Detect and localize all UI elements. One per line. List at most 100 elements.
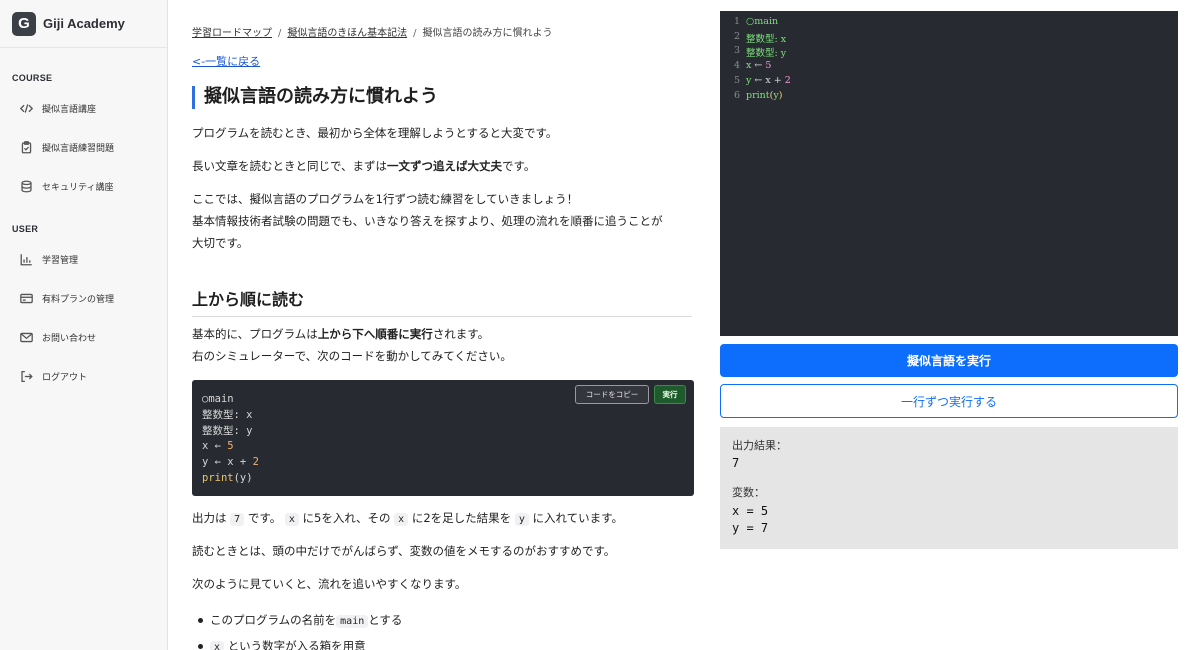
- editor-paren: ): [778, 90, 783, 101]
- code-text: y ← x +: [202, 456, 253, 469]
- step-execute-button[interactable]: 一行ずつ実行する: [720, 384, 1178, 418]
- text: このプログラムの名前を: [210, 613, 337, 627]
- logo-icon: G: [12, 11, 36, 36]
- sidebar-item-learning-management[interactable]: 学習管理: [0, 240, 167, 279]
- code-text: (y): [233, 471, 253, 484]
- output-result-value: 7: [732, 456, 740, 470]
- execute-pseudocode-button[interactable]: 擬似言語を実行: [720, 344, 1178, 377]
- breadcrumb-link-basics[interactable]: 擬似言語のきほん基本記法: [287, 28, 407, 39]
- breadcrumb-separator: /: [413, 28, 417, 39]
- sidebar: G Giji Academy COURSE 擬似言語講座 擬似言語練習問題 セキ…: [0, 0, 168, 650]
- section-heading: 上から順に読む: [192, 286, 692, 317]
- text: に5を入れ、その: [302, 511, 391, 525]
- chart-icon: [19, 253, 33, 267]
- text: とする: [368, 613, 403, 627]
- breadcrumb-link-roadmap[interactable]: 学習ロードマップ: [192, 28, 272, 39]
- editor-operator: ←: [751, 60, 766, 71]
- back-to-list-link[interactable]: <-一覧に戻る: [192, 53, 260, 69]
- sidebar-item-label: 擬似言語練習問題: [42, 144, 115, 154]
- variables-list: x = 5 y = 7: [732, 503, 1166, 537]
- text: されます。: [432, 327, 490, 341]
- text: 基本情報技術者試験の問題でも、いきなり答えを探すより、処理の流れを順番に追うこと…: [192, 214, 663, 228]
- page-title: 擬似言語の読み方に慣れよう: [192, 86, 438, 109]
- text: 出力は: [192, 511, 227, 525]
- code-text: x ←: [202, 440, 228, 453]
- editor-text: ○main: [746, 16, 779, 27]
- code-line: x ← 5: [202, 439, 259, 455]
- code-lines: ○main 整数型: x 整数型: y x ← 5 y ← x + 2 prin…: [202, 392, 259, 487]
- line-number: 5: [733, 75, 740, 86]
- code-block: ○main 整数型: x 整数型: y x ← 5 y ← x + 2 prin…: [192, 380, 694, 496]
- code-number: 5: [227, 440, 234, 453]
- variables-label: 変数：: [732, 486, 765, 499]
- sidebar-item-label: 有料プランの管理: [42, 295, 115, 305]
- explanation-paragraph: 出力は 7 です。 x に5を入れ、その x に2を足した結果を y に入れてい…: [192, 507, 623, 531]
- tip-paragraph: 読むときとは、頭の中だけでがんばらず、変数の値をメモするのがおすすめです。: [192, 544, 616, 558]
- list-item: x という数字が入る箱を用意: [192, 634, 402, 650]
- run-code-button[interactable]: 実行: [654, 385, 686, 404]
- brand[interactable]: G Giji Academy: [0, 0, 167, 48]
- inline-code: main: [336, 615, 369, 628]
- steps-list: このプログラムの名前を main とする x という数字が入る箱を用意: [192, 608, 402, 650]
- emphasis: 上から下へ順番に実行: [317, 327, 433, 341]
- sidebar-item-label: 学習管理: [42, 256, 79, 266]
- sidebar-item-pseudo-language-course[interactable]: 擬似言語講座: [0, 89, 167, 128]
- editor-number: 2: [784, 75, 791, 86]
- sidebar-item-contact[interactable]: お問い合わせ: [0, 318, 167, 357]
- credit-card-icon: [19, 292, 33, 306]
- text: に入れています。: [532, 511, 624, 525]
- sidebar-item-logout[interactable]: ログアウト: [0, 357, 167, 396]
- inline-code: x: [210, 641, 225, 650]
- variable-value: y = 7: [732, 521, 769, 535]
- sidebar-item-practice-problems[interactable]: 擬似言語練習問題: [0, 128, 167, 167]
- inline-code: x: [394, 513, 409, 526]
- editor-operator: ← x +: [751, 75, 785, 86]
- variable-value: x = 5: [732, 504, 769, 518]
- section-label-course: COURSE: [12, 73, 53, 83]
- logout-icon: [19, 370, 33, 384]
- emphasis: 一文ずつ追えば大丈夫: [387, 159, 503, 173]
- line-number: 3: [733, 45, 740, 56]
- inline-code: 7: [230, 513, 245, 526]
- sidebar-item-label: セキュリティ講座: [42, 183, 114, 193]
- text: 長い文章を読むときと同じで、まずは: [192, 159, 388, 173]
- editor-line: 5 y ← x + 2: [720, 75, 791, 90]
- editor-text: y ← x + 2: [746, 75, 791, 90]
- editor-line: 6 print(y): [720, 90, 782, 105]
- editor-text: x ← 5: [746, 60, 771, 75]
- line-number: 4: [733, 60, 740, 71]
- text: 基本的に、プログラムは: [192, 327, 318, 341]
- line-number: 2: [733, 30, 740, 42]
- follow-paragraph: 次のように見ていくと、流れを追いやすくなります。: [192, 577, 467, 591]
- sidebar-item-label: ログアウト: [42, 373, 88, 383]
- code-editor[interactable]: 1 ○main 2 整数型: x 3 整数型: y 4 x ← 5 5 y ← …: [720, 11, 1178, 336]
- breadcrumb-current: 擬似言語の読み方に慣れよう: [422, 28, 553, 39]
- section-label-user: USER: [12, 224, 39, 234]
- code-line: y ← x + 2: [202, 455, 259, 471]
- output-panel: 出力結果： 7 変数： x = 5 y = 7: [720, 427, 1178, 549]
- line-number: 1: [733, 16, 740, 27]
- copy-code-button[interactable]: コードをコピー: [575, 385, 649, 404]
- code-line: print(y): [202, 471, 259, 487]
- editor-line: 4 x ← 5: [720, 60, 771, 75]
- sidebar-item-paid-plan[interactable]: 有料プランの管理: [0, 279, 167, 318]
- code-number: 2: [252, 456, 259, 469]
- code-icon: [19, 102, 33, 116]
- code-line: 整数型: y: [202, 424, 253, 437]
- editor-text: 整数型: x: [746, 33, 787, 45]
- clipboard-icon: [19, 141, 33, 155]
- inline-code: y: [514, 513, 529, 526]
- breadcrumb: 学習ロードマップ / 擬似言語のきほん基本記法 / 擬似言語の読み方に慣れよう: [192, 24, 552, 39]
- intro-paragraph-3: ここでは、擬似言語のプログラムを1行ずつ読む練習をしていきましょう！ 基本情報技…: [192, 188, 662, 254]
- editor-line: 3 整数型: y: [720, 45, 786, 60]
- text: ここでは、擬似言語のプログラムを1行ずつ読む練習をしていきましょう！: [192, 192, 579, 206]
- database-icon: [19, 180, 33, 194]
- text: 大切です。: [192, 236, 249, 250]
- text: 右のシミュレーターで、次のコードを動かしてみてください。: [192, 349, 512, 363]
- sidebar-item-security-course[interactable]: セキュリティ講座: [0, 167, 167, 206]
- list-item: このプログラムの名前を main とする: [192, 608, 402, 634]
- intro-paragraph-2: 長い文章を読むときと同じで、まずは一文ずつ追えば大丈夫です。: [192, 155, 535, 177]
- editor-function: print: [746, 90, 770, 101]
- code-line: ○main: [202, 393, 234, 405]
- editor-line: 2 整数型: x: [720, 31, 786, 46]
